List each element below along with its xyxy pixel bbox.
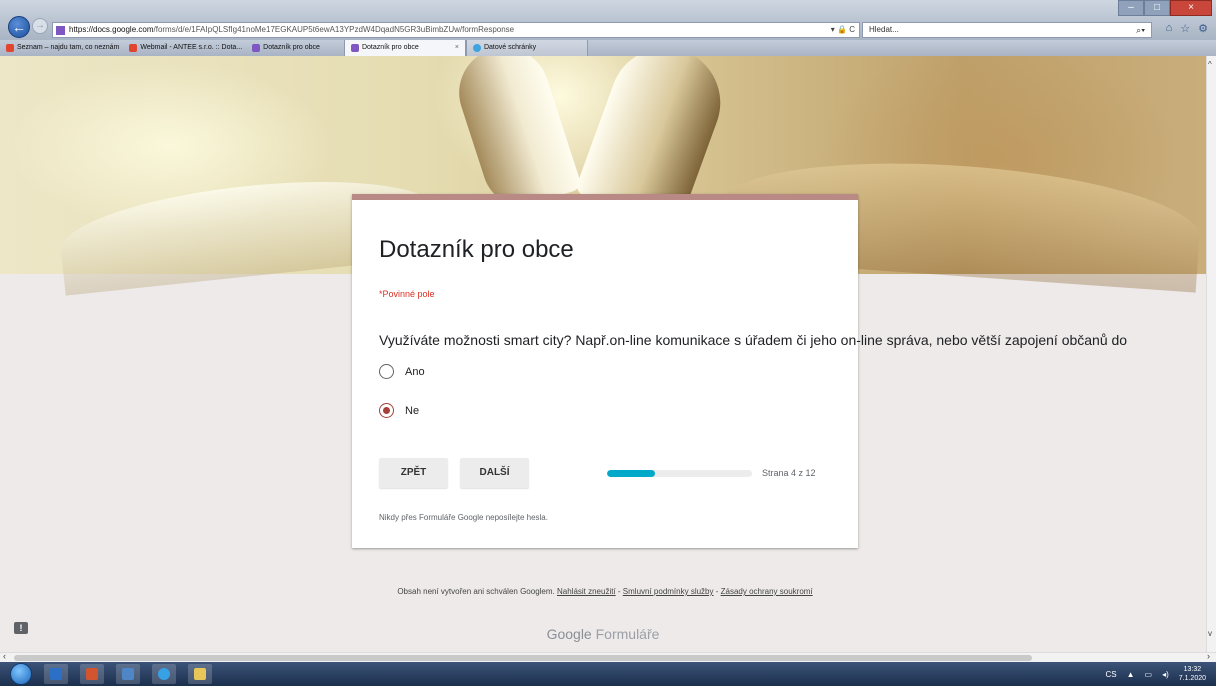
browser-tool-icons: ⌂ ☆ ⚙ (1166, 22, 1208, 35)
webmail-favicon-icon (129, 44, 138, 52)
favorite-label: Dotazník pro obce (263, 44, 320, 51)
clock-date: 7.1.2020 (1178, 675, 1206, 682)
search-input[interactable]: Hledat... ⌕▾ (862, 22, 1152, 38)
tray-arrow-icon[interactable]: ▲ (1127, 670, 1135, 679)
system-tray: CS ▲ ▭ ◂) 13:32 7.1.2020 (1105, 665, 1206, 683)
brand-google: Google (546, 626, 592, 642)
start-button-icon[interactable] (10, 663, 32, 685)
google-forms-favicon-icon (56, 26, 65, 35)
ie-favicon-icon (472, 44, 481, 52)
report-abuse-link[interactable]: Nahlásit zneužití (557, 587, 616, 596)
favorites-and-tabs-bar: Seznam – najdu tam, co neznám Webmail - … (0, 40, 1216, 56)
browser-titlebar: ← → https://docs.google.com/forms/d/e/1F… (0, 0, 1216, 40)
favorite-label: Seznam – najdu tam, co neznám (17, 44, 120, 51)
option-ne[interactable]: Ne (379, 403, 419, 418)
progress-bar-fill (607, 470, 656, 477)
seznam-favicon-icon (6, 44, 14, 52)
radio-button-selected[interactable] (379, 403, 394, 418)
language-indicator[interactable]: CS (1105, 670, 1116, 679)
horizontal-scrollbar[interactable]: ‹ › (0, 651, 1216, 662)
google-forms-logo[interactable]: Google Formuláře (0, 626, 1206, 642)
close-tab-icon[interactable]: × (455, 41, 459, 55)
tab-datove-schranky[interactable]: Datové schránky (465, 40, 588, 56)
volume-icon[interactable]: ◂) (1162, 670, 1169, 679)
taskbar-app-explorer[interactable] (188, 664, 212, 684)
progress-text: Strana 4 z 12 (762, 468, 816, 478)
form-card: Dotazník pro obce *Povinné pole Využívát… (352, 194, 1127, 548)
ie-icon (158, 668, 170, 680)
google-forms-favicon-icon (350, 44, 359, 52)
form-title: Dotazník pro obce (379, 236, 574, 263)
vertical-scrollbar[interactable]: ^ v (1206, 56, 1216, 652)
tab-label: Dotazník pro obce (361, 44, 419, 51)
media-icon (50, 668, 62, 680)
option-label: Ano (405, 365, 425, 378)
gear-icon[interactable]: ⚙ (1198, 22, 1208, 35)
heart-page-decoration (447, 56, 583, 216)
maximize-icon[interactable]: □ (1144, 0, 1170, 16)
scroll-down-icon[interactable]: v (1208, 629, 1212, 638)
brand-forms: Formuláře (595, 626, 660, 642)
search-placeholder: Hledat... (869, 25, 899, 34)
network-icon[interactable]: ▭ (1145, 670, 1153, 679)
favorites-star-icon[interactable]: ☆ (1180, 22, 1190, 35)
feedback-icon[interactable]: ! (14, 622, 28, 634)
taskbar-app-media[interactable] (44, 664, 68, 684)
tab-dotaznik[interactable]: Dotazník pro obce × (343, 40, 466, 56)
clock-time: 13:32 (1183, 666, 1202, 673)
taskbar-app-office[interactable] (80, 664, 104, 684)
windows-taskbar: CS ▲ ▭ ◂) 13:32 7.1.2020 (0, 662, 1216, 686)
password-warning: Nikdy přes Formuláře Google neposílejte … (379, 513, 548, 522)
separator: - (713, 587, 721, 596)
required-note: *Povinné pole (379, 289, 435, 299)
disclaimer-text: Obsah není vytvořen ani schválen Googlem… (397, 587, 555, 596)
minimize-icon[interactable]: – (1118, 0, 1144, 16)
progress-bar (607, 470, 752, 477)
search-icon[interactable]: ⌕▾ (1136, 23, 1145, 37)
option-ano[interactable]: Ano (379, 364, 425, 379)
footer-disclaimer: Obsah není vytvořen ani schválen Googlem… (352, 587, 858, 597)
option-label: Ne (405, 404, 420, 417)
separator: - (615, 587, 623, 596)
favorite-webmail[interactable]: Webmail - ANTEE s.r.o. :: Dota... (123, 40, 246, 56)
window-icon (122, 668, 134, 680)
privacy-link[interactable]: Zásady ochrany soukromí (721, 587, 813, 596)
terms-link[interactable]: Smluvní podmínky služby (623, 587, 714, 596)
home-icon[interactable]: ⌂ (1166, 22, 1173, 35)
url-path: /forms/d/e/1FAIpQLSfIg41noMe17EGKAUP5t6e… (153, 25, 515, 34)
scroll-right-icon[interactable]: › (1207, 651, 1210, 661)
address-controls[interactable]: ▾ 🔒 C (831, 23, 855, 37)
favorite-label: Webmail - ANTEE s.r.o. :: Dota... (140, 44, 243, 51)
back-arrow-icon[interactable]: ← (8, 16, 30, 38)
clock[interactable]: 13:32 7.1.2020 (1179, 665, 1206, 683)
taskbar-app-window[interactable] (116, 664, 140, 684)
url-host: https://docs.google.com (69, 25, 154, 34)
radio-button[interactable] (379, 364, 394, 379)
window-controls: – □ × (1118, 0, 1212, 16)
folder-icon (194, 668, 206, 680)
google-forms-favicon-icon (252, 44, 261, 52)
page-viewport: Dotazník pro obce *Povinné pole Využívát… (0, 56, 1206, 652)
taskbar-app-ie[interactable] (152, 664, 176, 684)
favorite-dotaznik[interactable]: Dotazník pro obce (246, 40, 324, 56)
next-button[interactable]: DALŠÍ (460, 458, 529, 488)
scroll-up-icon[interactable]: ^ (1208, 60, 1212, 69)
close-window-icon[interactable]: × (1170, 0, 1212, 16)
forward-arrow-icon[interactable]: → (32, 18, 48, 34)
tab-label: Datové schránky (483, 44, 537, 51)
favorite-seznam[interactable]: Seznam – najdu tam, co neznám (0, 40, 123, 56)
back-button[interactable]: ZPĚT (379, 458, 448, 488)
question-text: Využíváte možnosti smart city? Např.on-l… (379, 332, 1128, 348)
scrollbar-thumb[interactable] (14, 655, 1032, 661)
address-bar[interactable]: https://docs.google.com/forms/d/e/1FAIpQ… (52, 22, 860, 38)
scroll-left-icon[interactable]: ‹ (3, 651, 6, 661)
office-icon (86, 668, 98, 680)
